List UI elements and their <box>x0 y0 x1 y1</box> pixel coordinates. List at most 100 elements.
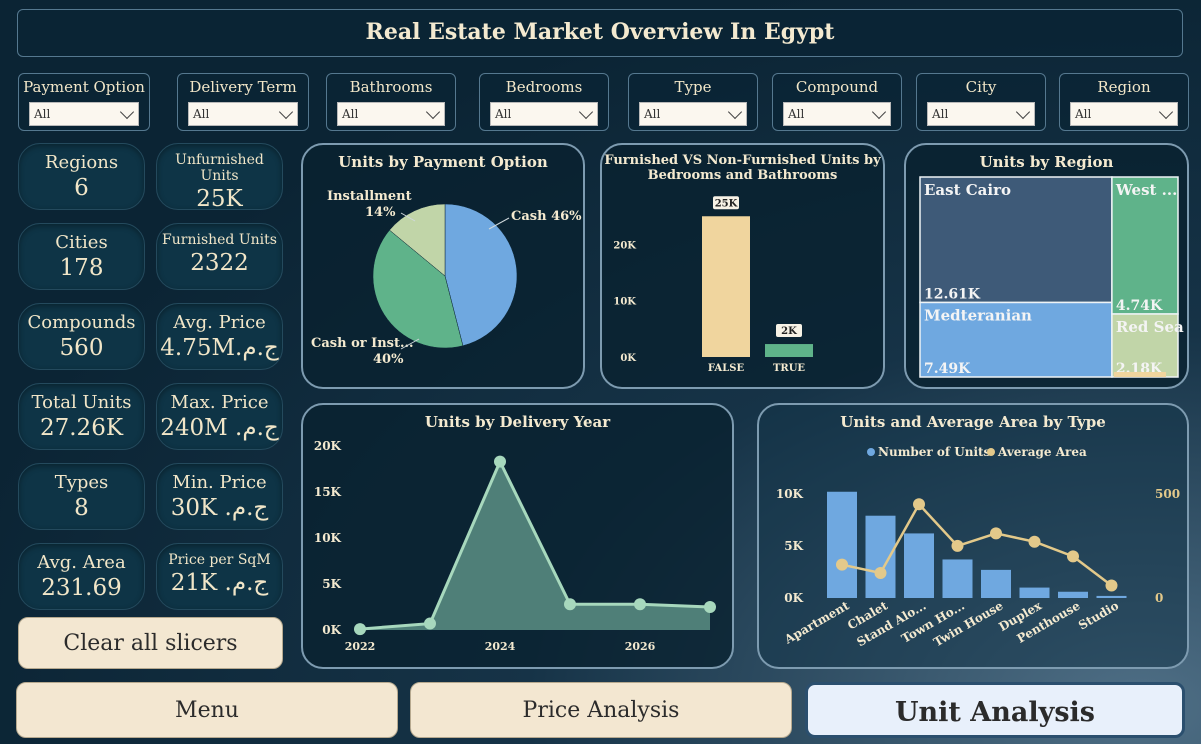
slicer-dropdown[interactable]: All <box>783 102 891 126</box>
kpi-label: Avg. Price <box>173 312 266 333</box>
kpi-compounds: Compounds 560 <box>18 303 145 370</box>
slicer-dropdown[interactable]: All <box>188 102 298 126</box>
area-point[interactable] <box>874 567 887 579</box>
bar-units[interactable] <box>904 533 934 598</box>
kpi-label: Types <box>54 472 109 493</box>
kpi-types: Types 8 <box>18 463 145 530</box>
kpi-value: 2322 <box>190 250 249 276</box>
kpi-label: Compounds <box>27 312 136 333</box>
slicer-label: Bathrooms <box>349 78 433 96</box>
kpi-value: 560 <box>59 335 104 361</box>
unit-analysis-button[interactable]: Unit Analysis <box>805 682 1185 738</box>
area-point[interactable] <box>1028 535 1041 548</box>
furnished-title-2: Bedrooms and Bathrooms <box>647 168 838 183</box>
bar-units[interactable] <box>1019 587 1050 598</box>
treemap-value: 7.49K <box>924 361 971 377</box>
bar-units[interactable] <box>1058 591 1088 598</box>
bar-units[interactable] <box>827 491 857 598</box>
slicer-label: Compound <box>795 78 879 96</box>
slicer-dropdown[interactable]: All <box>639 102 747 126</box>
slicer-dropdown[interactable]: All <box>927 102 1035 126</box>
bar-units[interactable] <box>942 559 973 598</box>
header-bar: Real Estate Market Overview In Egypt <box>17 9 1183 57</box>
y-tick-label: 20K <box>314 439 342 453</box>
data-point[interactable] <box>634 598 646 611</box>
kpi-furnished: Furnished Units 2322 <box>156 223 283 290</box>
chevron-down-icon <box>871 104 887 120</box>
menu-button[interactable]: Menu <box>16 682 398 738</box>
legend-dot-units <box>867 448 875 456</box>
slicer-label: Payment Option <box>23 78 145 96</box>
y-tick-label: 10K <box>314 531 342 545</box>
slicer-region: Region All <box>1059 73 1189 131</box>
slicer-dropdown[interactable]: All <box>29 102 139 126</box>
clear-slicers-button[interactable]: Clear all slicers <box>18 617 283 669</box>
kpi-value: 21K .ج.م <box>170 570 269 596</box>
slicer-value: All <box>788 107 805 121</box>
price-analysis-button[interactable]: Price Analysis <box>410 682 792 738</box>
type-chart-title: Units and Average Area by Type <box>840 413 1106 431</box>
pie-label-installment: Installment <box>327 189 412 204</box>
kpi-label: Price per SqM <box>168 552 271 568</box>
kpi-value: 8 <box>74 495 89 521</box>
data-point[interactable] <box>494 455 506 468</box>
region-treemap: East Cairo 12.61K Medteranian 7.49K West ...… <box>919 176 1184 378</box>
page-title: Real Estate Market Overview In Egypt <box>365 19 835 45</box>
data-point[interactable] <box>564 598 576 611</box>
kpi-unfurnished: Unfurnished Units 25K <box>156 143 283 212</box>
slicer-value: All <box>193 107 210 121</box>
kpi-label: Min. Price <box>172 472 267 493</box>
slicer-dropdown[interactable]: All <box>490 102 598 126</box>
bar-true[interactable] <box>765 344 813 357</box>
slicer-dropdown[interactable]: All <box>337 102 445 126</box>
delivery-year-panel: Units by Delivery Year 0K 5K 10K 15K 20K 2022… <box>301 403 734 669</box>
legend-label: Average Area <box>997 445 1087 459</box>
bar-false[interactable] <box>702 216 750 357</box>
delivery-area-chart: 0K 5K 10K 15K 20K 2022 2024 2026 <box>314 439 716 653</box>
slicer-label: Region <box>1097 78 1151 96</box>
type-panel: Units and Average Area by Type Number of… <box>757 403 1189 669</box>
chevron-down-icon <box>119 104 135 120</box>
payment-option-panel: Units by Payment Option Installment 14% … <box>301 143 585 389</box>
slicer-label: Delivery Term <box>189 78 297 96</box>
x-tick-label: 2024 <box>485 640 516 653</box>
treemap-sliver <box>1113 372 1166 377</box>
region-panel: Units by Region East Cairo 12.61K Medteran… <box>904 143 1189 389</box>
treemap-name: Medteranian <box>924 306 1032 324</box>
type-combo-chart: Number of Units Average Area 0K 5K 10K 0 500 Ap… <box>776 445 1180 650</box>
y-tick-label: 5K <box>322 577 341 591</box>
data-label: 25K <box>715 198 738 209</box>
y-tick-label-left: 5K <box>784 539 803 553</box>
pie-pct-installment: 14% <box>365 205 396 220</box>
slicer-dropdown[interactable]: All <box>1070 102 1178 126</box>
kpi-total-units: Total Units 27.26K <box>18 383 145 450</box>
region-chart-title: Units by Region <box>979 153 1114 171</box>
kpi-min-price: Min. Price 30K .ج.م <box>156 463 283 530</box>
y-tick-label-right: 500 <box>1155 487 1180 501</box>
bar-units[interactable] <box>981 569 1011 598</box>
y-tick-label-right: 0 <box>1155 591 1163 605</box>
area-point[interactable] <box>1067 550 1079 563</box>
area-point[interactable] <box>836 558 848 571</box>
treemap-name: West ... <box>1115 181 1177 199</box>
y-tick-label-left: 0K <box>784 591 803 605</box>
kpi-value: 178 <box>59 255 104 281</box>
delivery-chart-title: Units by Delivery Year <box>424 413 611 431</box>
slicer-bathrooms: Bathrooms All <box>326 73 456 131</box>
area-point[interactable] <box>951 539 964 552</box>
pie-label-cash: Cash 46% <box>511 209 582 224</box>
area-point[interactable] <box>1105 579 1118 592</box>
chevron-down-icon <box>1158 104 1174 120</box>
area-point[interactable] <box>990 527 1002 540</box>
kpi-value: 240M .ج.م <box>160 415 279 441</box>
bar-units[interactable] <box>1096 595 1127 598</box>
data-point[interactable] <box>704 601 716 613</box>
bar-units[interactable] <box>865 515 896 598</box>
area-point[interactable] <box>913 498 925 511</box>
kpi-label: Unfurnished Units <box>175 152 264 184</box>
y-tick-label: 20K <box>613 240 636 251</box>
data-point[interactable] <box>424 617 436 630</box>
data-point[interactable] <box>354 623 366 636</box>
slicer-value: All <box>932 107 949 121</box>
slicer-value: All <box>1075 107 1092 121</box>
